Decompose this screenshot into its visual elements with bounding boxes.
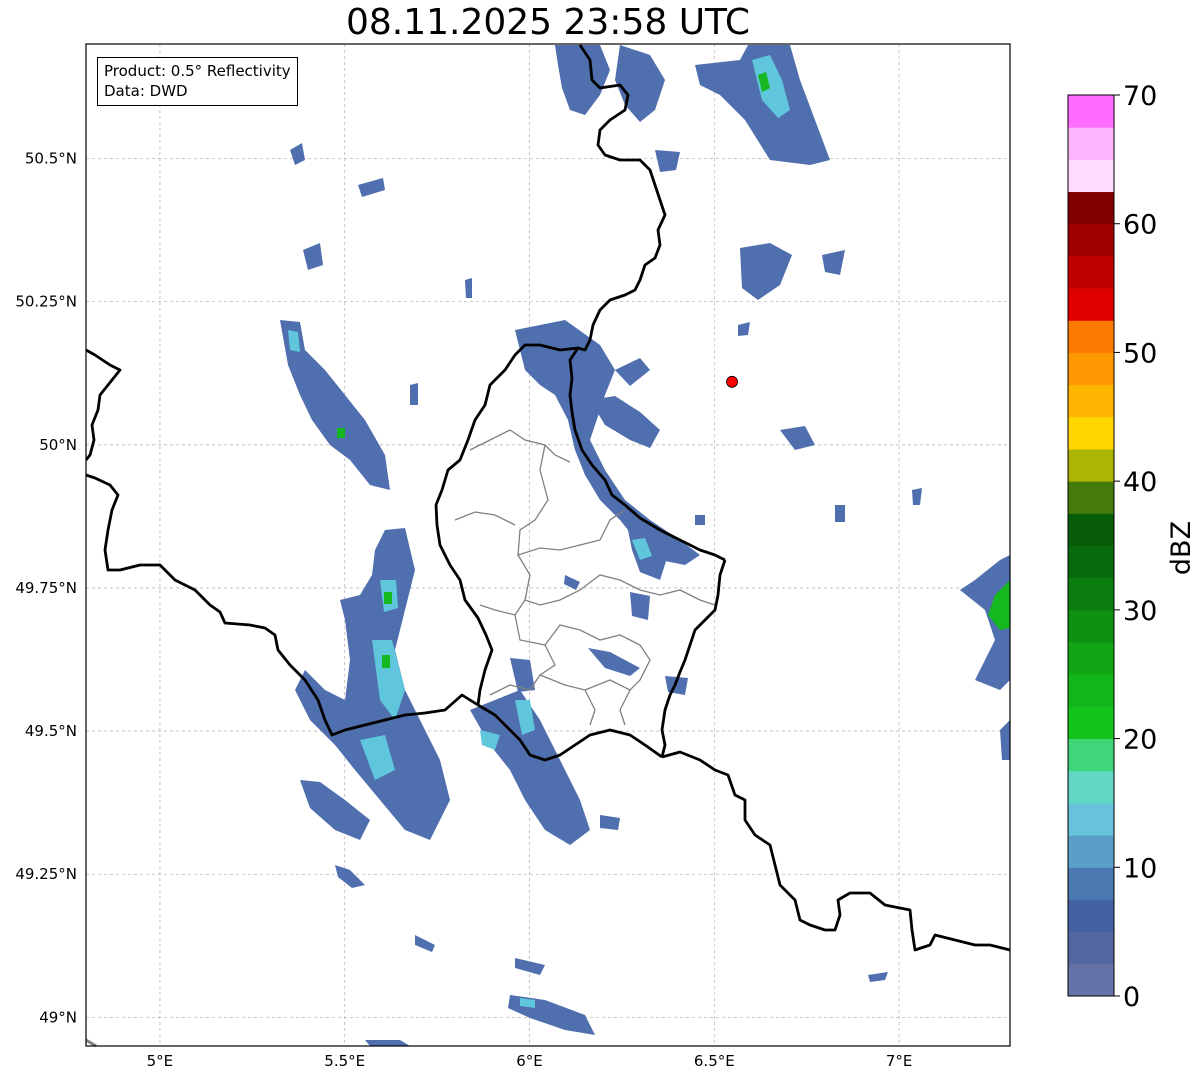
colorbar-swatch — [1068, 416, 1114, 450]
echo-cluster — [300, 780, 370, 840]
colorbar-swatch — [1068, 899, 1114, 933]
echo-cluster — [1000, 720, 1010, 760]
colorbar-tick-label: 70 — [1123, 81, 1157, 112]
radar-echo-layer — [280, 45, 1010, 1046]
echo-cluster — [695, 515, 705, 525]
colorbar-swatch — [1068, 352, 1114, 386]
echo-cluster — [515, 320, 700, 565]
colorbar-swatch — [1068, 867, 1114, 900]
colorbar-ticks: 0 10 20 30 40 50 60 70 — [1114, 81, 1157, 1013]
lat-tick-label: 49.5°N — [25, 722, 77, 740]
echo-cluster — [588, 648, 640, 676]
colorbar-swatch — [1068, 384, 1114, 418]
colorbar-tick-label: 50 — [1123, 338, 1157, 369]
lat-tick-label: 50°N — [39, 436, 77, 454]
echo-cluster — [835, 505, 845, 522]
echo-cluster — [410, 383, 418, 405]
colorbar-swatch — [1068, 95, 1114, 128]
lon-tick-label: 5.5°E — [324, 1052, 365, 1070]
product-label: Product: 0.5° Reflectivity — [104, 62, 291, 80]
radar-map-figure: 5°E 5.5°E 6°E 6.5°E 7°E 49°N 49.25°N 49.5°N 49.7… — [15, 43, 1197, 1070]
colorbar-tick-label: 60 — [1123, 210, 1157, 241]
echo-cluster — [780, 426, 815, 450]
colorbar-swatch — [1068, 255, 1114, 289]
colorbar-swatch — [1068, 931, 1114, 965]
colorbar-swatch — [1068, 642, 1114, 675]
colorbar-tick-label: 0 — [1123, 982, 1140, 1013]
lat-tick-label: 50.25°N — [15, 293, 77, 311]
data-source-label: Data: DWD — [104, 82, 188, 100]
border-lu-be — [434, 343, 579, 706]
echo-cluster — [655, 150, 680, 172]
echo-cluster — [555, 45, 610, 115]
echo-cluster — [615, 358, 650, 386]
echo-cluster — [740, 243, 792, 300]
echo-cluster — [590, 396, 660, 448]
lat-tick-label: 49.25°N — [15, 865, 77, 883]
colorbar-swatch — [1068, 513, 1114, 546]
echo-cluster — [358, 178, 385, 197]
echo-cluster — [290, 143, 305, 165]
lon-tick-label: 6°E — [516, 1052, 543, 1070]
info-box: Product: 0.5° Reflectivity Data: DWD — [97, 57, 298, 106]
border-be-fr-west — [86, 348, 122, 461]
lat-tick-label: 49.75°N — [15, 579, 77, 597]
lon-tick-label: 5°E — [147, 1052, 174, 1070]
colorbar-swatch — [1068, 802, 1114, 836]
echo-cluster — [630, 592, 650, 620]
echo-core — [337, 428, 345, 438]
colorbar-swatch — [1068, 288, 1114, 321]
echo-cluster — [515, 958, 545, 975]
echo-cluster — [600, 815, 620, 830]
colorbar-swatch — [1068, 191, 1114, 225]
colorbar-tick-label: 10 — [1123, 853, 1157, 884]
echo-cluster — [738, 322, 750, 336]
colorbar-swatch — [1068, 963, 1114, 997]
echo-cluster — [912, 488, 922, 505]
colorbar-swatch — [1068, 738, 1114, 772]
echo-cluster — [868, 972, 888, 982]
lon-tick-label: 7°E — [886, 1052, 913, 1070]
echo-cluster — [303, 243, 323, 270]
echo-cluster — [335, 865, 365, 888]
colorbar-tick-label: 20 — [1123, 725, 1157, 756]
colorbar-swatch — [1068, 448, 1114, 482]
echo-cluster — [415, 935, 435, 952]
echo-core — [384, 592, 392, 604]
echo-cluster — [822, 250, 845, 275]
colorbar-swatch — [1068, 481, 1114, 514]
lat-tick-label: 49°N — [39, 1008, 77, 1026]
echo-cluster — [465, 278, 472, 298]
radar-site-marker[interactable] — [726, 375, 738, 388]
colorbar-swatches — [1068, 95, 1114, 997]
lat-tick-label: 50.5°N — [25, 150, 77, 168]
colorbar-tick-label: 30 — [1123, 596, 1157, 627]
colorbar-swatch — [1068, 127, 1114, 160]
echo-cluster — [510, 658, 535, 692]
colorbar-swatch — [1068, 320, 1114, 353]
colorbar-swatch — [1068, 835, 1114, 868]
colorbar-label: dBZ — [1166, 521, 1197, 575]
colorbar-tick-label: 40 — [1123, 467, 1157, 498]
colorbar-swatch — [1068, 770, 1114, 804]
map-corner-mark — [85, 1038, 97, 1048]
axis-tick-labels: 5°E 5.5°E 6°E 6.5°E 7°E 49°N 49.25°N 49.5°N 49.7… — [15, 150, 912, 1070]
colorbar-swatch — [1068, 706, 1114, 740]
colorbar-swatch — [1068, 159, 1114, 193]
colorbar: 0 10 20 30 40 50 60 70 dBZ — [1067, 81, 1197, 1013]
colorbar-swatch — [1068, 577, 1114, 611]
border-lu-de — [660, 559, 727, 758]
lon-tick-label: 6.5°E — [694, 1052, 735, 1070]
colorbar-swatch — [1068, 223, 1114, 257]
colorbar-swatch — [1068, 674, 1114, 707]
echo-cluster — [365, 1040, 410, 1046]
border-be-fr — [86, 473, 479, 737]
echo-core — [382, 655, 390, 668]
colorbar-swatch — [1068, 609, 1114, 643]
colorbar-swatch — [1068, 545, 1114, 579]
